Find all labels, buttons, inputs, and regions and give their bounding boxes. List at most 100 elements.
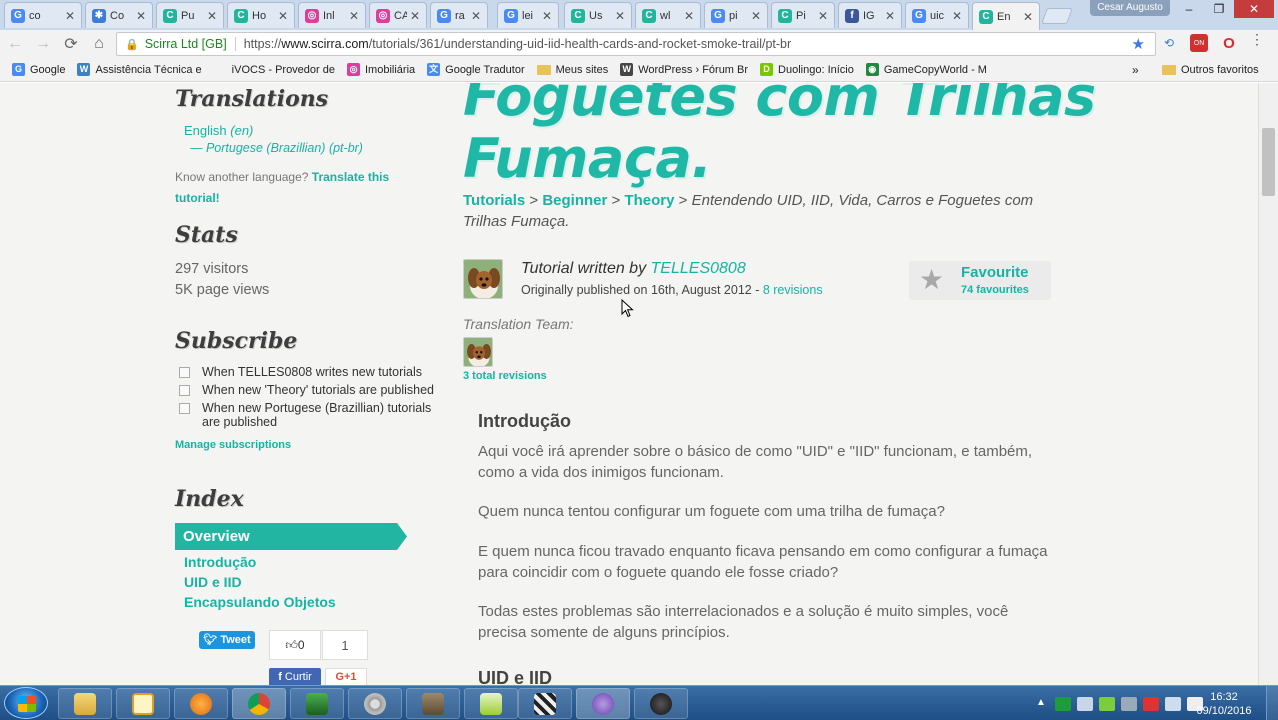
- close-tab-icon[interactable]: ✕: [684, 9, 694, 23]
- close-tab-icon[interactable]: ✕: [207, 9, 217, 23]
- browser-tab[interactable]: C Pi ✕: [771, 2, 835, 28]
- browser-tab[interactable]: C Pu ✕: [156, 2, 224, 28]
- close-tab-icon[interactable]: ✕: [349, 9, 359, 23]
- lang-portuguese-link[interactable]: — Portugese (Brazillian) (pt-br): [190, 141, 363, 155]
- close-tab-icon[interactable]: ✕: [278, 9, 288, 23]
- browser-tab[interactable]: ◎CA✕: [369, 2, 427, 28]
- taskbar-video-editor[interactable]: [518, 688, 572, 719]
- taskbar-explorer[interactable]: [58, 688, 112, 719]
- checkbox[interactable]: [179, 367, 190, 378]
- subscribe-author-option[interactable]: When TELLES0808 writes new tutorials: [179, 365, 422, 379]
- browser-tab[interactable]: Gco ✕: [4, 2, 82, 28]
- taskbar-construct[interactable]: [576, 688, 630, 719]
- bookmark-ivocs[interactable]: iVOCS - Provedor de: [213, 63, 335, 76]
- more-bookmarks-icon[interactable]: »: [1132, 63, 1139, 77]
- bookmark-folder-meus-sites[interactable]: Meus sites: [536, 64, 608, 76]
- facebook-like-button[interactable]: f Curtir: [269, 668, 321, 685]
- url-text[interactable]: https://www.scirra.com/tutorials/361/und…: [236, 37, 791, 51]
- manage-subscriptions-link[interactable]: Manage subscriptions: [175, 439, 291, 451]
- tray-window-icon[interactable]: [1077, 696, 1093, 711]
- like-button[interactable]: 👍︎ 0: [269, 630, 321, 660]
- browser-tab[interactable]: Cwl ✕: [635, 2, 701, 28]
- bookmark-star-icon[interactable]: ★: [1132, 35, 1145, 53]
- bookmark-google[interactable]: G Google: [12, 63, 65, 76]
- show-desktop-button[interactable]: [1266, 686, 1278, 720]
- other-bookmarks-folder[interactable]: Outros favoritos: [1162, 64, 1259, 76]
- index-link-introducao[interactable]: Introdução: [184, 554, 256, 570]
- close-tab-icon[interactable]: ✕: [410, 9, 420, 23]
- close-tab-icon[interactable]: ✕: [751, 9, 761, 23]
- close-tab-icon[interactable]: ✕: [952, 9, 962, 23]
- index-overview-tab[interactable]: Overview: [175, 523, 407, 550]
- author-link[interactable]: TELLES0808: [651, 260, 746, 277]
- tray-printer-icon[interactable]: [1121, 696, 1137, 711]
- taskbar-chrome[interactable]: [232, 688, 286, 719]
- total-revisions-link[interactable]: 3 total revisions: [463, 370, 547, 382]
- google-plus-button[interactable]: G+1: [325, 668, 367, 685]
- tray-arrow-icon[interactable]: ▲: [1033, 697, 1049, 711]
- reload-icon[interactable]: ⟳: [58, 32, 84, 56]
- browser-tab[interactable]: Gra ✕: [430, 2, 488, 28]
- close-tab-icon[interactable]: ✕: [1023, 10, 1033, 24]
- close-tab-icon[interactable]: ✕: [471, 9, 481, 23]
- checkbox[interactable]: [179, 385, 190, 396]
- lang-english-link[interactable]: English: [184, 123, 227, 138]
- tray-green-icon[interactable]: [1055, 696, 1071, 711]
- profile-badge[interactable]: Cesar Augusto: [1090, 0, 1170, 16]
- favourites-count[interactable]: 74 favourites: [961, 284, 1029, 296]
- page-scrollbar[interactable]: [1258, 83, 1278, 685]
- checkbox[interactable]: [179, 403, 190, 414]
- bookmark-gamecopyworld[interactable]: ◉ GameCopyWorld - M: [865, 63, 987, 76]
- breadcrumb-tutorials[interactable]: Tutorials: [463, 192, 525, 209]
- breadcrumb-theory[interactable]: Theory: [624, 192, 674, 209]
- browser-tab[interactable]: C Ho ✕: [227, 2, 295, 28]
- close-window-icon[interactable]: ✕: [1234, 0, 1274, 18]
- bookmark-duolingo[interactable]: D Duolingo: Início: [760, 63, 854, 76]
- taskbar-obs[interactable]: [634, 688, 688, 719]
- maximize-icon[interactable]: ❐: [1204, 0, 1234, 18]
- minimize-icon[interactable]: –: [1174, 0, 1204, 18]
- site-identity[interactable]: Scirra Ltd [GB]: [145, 37, 236, 51]
- scrollbar-thumb[interactable]: [1262, 128, 1275, 196]
- bookmark-google-tradutor[interactable]: 文 Google Tradutor: [427, 63, 525, 76]
- index-link-encapsulando[interactable]: Encapsulando Objetos: [184, 594, 336, 610]
- forward-icon[interactable]: →: [30, 32, 56, 56]
- index-link-uid-iid[interactable]: UID e IID: [184, 574, 242, 590]
- bookmark-wordpress[interactable]: W WordPress › Fórum Br: [620, 63, 748, 76]
- close-tab-icon[interactable]: ✕: [65, 9, 75, 23]
- back-icon[interactable]: ←: [2, 32, 28, 56]
- tray-battery-icon[interactable]: [1099, 696, 1115, 711]
- opera-extension-icon[interactable]: O: [1220, 34, 1238, 52]
- taskbar-notepad[interactable]: [464, 688, 518, 719]
- tray-network-icon[interactable]: [1165, 696, 1181, 711]
- subscribe-language-option[interactable]: When new Portugese (Brazillian) tutorial…: [179, 401, 431, 429]
- browser-tab[interactable]: f IG ✕: [838, 2, 902, 28]
- author-avatar[interactable]: [463, 259, 503, 299]
- browser-tab[interactable]: C Us ✕: [564, 2, 632, 28]
- translate-link[interactable]: Translate this: [312, 170, 389, 184]
- translator-avatar[interactable]: [463, 337, 493, 367]
- home-icon[interactable]: ⌂: [86, 32, 112, 56]
- taskbar-gimp[interactable]: [406, 688, 460, 719]
- taskbar-app[interactable]: [116, 688, 170, 719]
- start-button[interactable]: [4, 687, 48, 719]
- menu-icon[interactable]: ⋮: [1250, 32, 1264, 46]
- close-tab-icon[interactable]: ✕: [885, 9, 895, 23]
- taskbar-clock[interactable]: 16:32 09/10/2016: [1196, 690, 1252, 718]
- taskbar-media-player[interactable]: [174, 688, 228, 719]
- bookmark-assistencia[interactable]: W Assistência Técnica e: [77, 63, 202, 76]
- taskbar-app[interactable]: [290, 688, 344, 719]
- subscribe-theory-option[interactable]: When new 'Theory' tutorials are publishe…: [179, 383, 434, 397]
- tweet-button[interactable]: 🐦︎ Tweet: [199, 631, 255, 649]
- breadcrumb-beginner[interactable]: Beginner: [542, 192, 607, 209]
- extension-badge-icon[interactable]: ON: [1190, 34, 1208, 52]
- browser-tab[interactable]: ◎ Inl ✕: [298, 2, 366, 28]
- browser-tab[interactable]: Glei ✕: [497, 2, 559, 28]
- browser-tab[interactable]: ✱ Co ✕: [85, 2, 153, 28]
- revisions-link[interactable]: 8 revisions: [763, 283, 823, 297]
- extension-icon[interactable]: ⟲: [1160, 34, 1178, 52]
- close-tab-icon[interactable]: ✕: [818, 9, 828, 23]
- browser-tab[interactable]: Guic ✕: [905, 2, 969, 28]
- bookmark-imobiliaria[interactable]: ◎ Imobiliária: [347, 63, 415, 76]
- browser-tab[interactable]: Gpi ✕: [704, 2, 768, 28]
